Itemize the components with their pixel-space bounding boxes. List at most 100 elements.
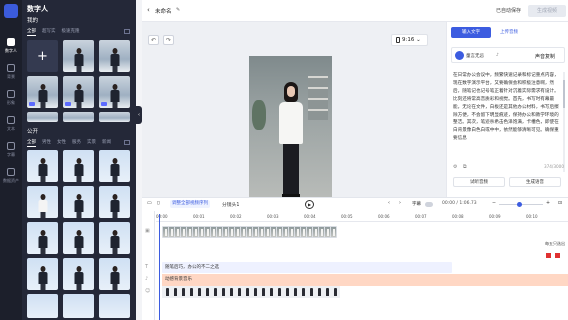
figure-track-clip[interactable] [162,286,340,298]
script-textarea[interactable]: 在日常办公会议中，频繁快速记录和标记重点内容，现在数字演示平台，又要确保会和积极… [453,72,561,172]
script-scrollbar[interactable] [563,72,565,172]
my-avatar-thumb[interactable] [63,112,94,122]
rail-item-figure[interactable]: 形象 [0,90,22,106]
back-icon[interactable]: ‹ [147,6,150,14]
figure-thumbnail [318,288,321,296]
split-icon[interactable]: ▭ [147,201,152,206]
document-title[interactable]: 未命名 [155,7,172,15]
prev-icon[interactable]: ‹ [388,201,390,206]
redo-icon[interactable]: ↷ [163,35,174,45]
public-avatar-thumb[interactable] [63,222,94,254]
zoom-in-icon[interactable]: + [546,201,550,206]
figure-thumbnail [246,288,249,296]
digital-presenter[interactable] [278,82,304,200]
zoom-out-icon[interactable]: − [492,201,496,206]
my-avatar-thumb[interactable] [99,76,130,108]
tab-public-scene[interactable]: 实景 [87,139,96,147]
track-icons-divider [154,211,155,320]
marker-clip[interactable]: 每五只选出 [543,239,568,261]
my-avatar-thumb[interactable] [99,112,130,122]
rail-item-digital-human[interactable]: 数字人 [0,38,22,54]
delete-icon[interactable]: ▯ [157,201,160,206]
public-avatar-thumb[interactable] [99,222,130,254]
audition-button[interactable]: 试听音频 [453,177,505,187]
tab-mine-all[interactable]: 全部 [27,28,36,36]
my-avatar-thumb[interactable] [27,112,58,122]
tab-public-news[interactable]: 新闻 [102,139,111,147]
public-avatar-thumb[interactable] [27,186,58,218]
ruler-tick: 00:10 [526,214,538,219]
public-avatar-thumb[interactable] [99,186,130,218]
avatar-figure [110,84,119,108]
figure-track-icon: ☺ [145,288,151,294]
char-count: 374/3000 [543,164,564,169]
timeline-toolbar: ▭ ▯ 调整全部视频序列 分镜头1 ▶ ‹ › 字幕 00:00 / 1:06.… [142,198,568,211]
video-frame[interactable] [249,56,332,200]
avatar-badge [65,102,71,106]
music-track-clip[interactable]: 动感背景音乐 [162,274,568,286]
my-avatar-thumb[interactable] [99,40,130,72]
rail-item-text[interactable]: 文本 [0,116,22,132]
public-avatar-thumb[interactable] [63,150,94,182]
tab-public-female[interactable]: 女性 [57,139,66,147]
public-avatar-thumb[interactable] [27,294,58,318]
copy-icon[interactable]: ⧉ [463,164,467,170]
public-avatar-thumb[interactable] [63,294,94,318]
zoom-slider-handle[interactable] [517,202,522,207]
tab-upload-audio[interactable]: 上传音频 [494,27,524,38]
public-avatar-thumb[interactable] [27,258,58,290]
public-avatar-thumb[interactable] [27,150,58,182]
video-thumbnail-frame [325,227,330,237]
settings-icon[interactable]: ⚙ [453,164,457,170]
tab-public-service[interactable]: 服务 [72,139,81,147]
my-avatar-thumb[interactable] [63,76,94,108]
figure-thumbnail [326,288,329,296]
public-avatar-thumb[interactable] [63,258,94,290]
my-avatar-thumb[interactable] [63,40,94,72]
public-avatar-thumb[interactable] [99,150,130,182]
figure-thumbnail [230,288,233,296]
adjust-sequence-button[interactable]: 调整全部视频序列 [170,200,210,208]
edit-icon[interactable]: ✎ [176,7,180,13]
avatar-figure [38,158,47,182]
aspect-ratio-select[interactable]: 9:16 ⌄ [391,34,428,46]
voice-selector[interactable]: 童言无忌 ♪ 声音复制 [451,47,565,63]
image-icon [7,64,15,72]
video-thumbnail-frame [295,227,300,237]
tab-mine-clone[interactable]: 极速克隆 [62,28,80,36]
ruler-tick: 00:02 [230,214,242,219]
voice-name: 童言无忌 [466,54,484,59]
video-thumbnail-frame [169,227,174,237]
play-button[interactable]: ▶ [305,200,314,209]
avatar-figure [110,48,119,72]
subtitle-track-clip[interactable]: 随笔后巧，办公的不二之选 [162,262,452,273]
grid-view-icon[interactable] [124,140,130,145]
grid-view-icon[interactable] [124,29,130,34]
add-avatar-button[interactable]: + [27,40,58,72]
undo-icon[interactable]: ↶ [148,35,159,45]
subtitle-toggle[interactable] [425,202,433,207]
tab-input-text[interactable]: 输入文字 [451,27,491,38]
rail-item-assets[interactable]: 数据资产 [0,168,22,184]
public-avatar-thumb[interactable] [63,186,94,218]
voice-clone-button[interactable]: 声音复制 [535,53,555,60]
video-thumbnail-frame [283,227,288,237]
video-track-clip[interactable] [162,226,337,238]
generate-voice-button[interactable]: 生成语音 [509,177,561,187]
time-ruler[interactable]: 00:00 00:01 00:02 00:03 00:04 00:05 00:0… [156,214,568,222]
public-avatar-thumb[interactable] [99,258,130,290]
rail-item-background[interactable]: 背景 [0,64,22,80]
tab-public-all[interactable]: 全部 [27,139,36,147]
generate-video-button[interactable]: 生成视频 [528,5,566,17]
fit-icon[interactable]: ⊡ [558,201,562,206]
tab-public-male[interactable]: 男性 [42,139,51,147]
playhead[interactable] [159,214,160,320]
public-avatar-thumb[interactable] [27,222,58,254]
tab-mine-realistic[interactable]: 超写实 [42,28,56,36]
rail-item-subtitle[interactable]: 字幕 [0,142,22,158]
next-icon[interactable]: › [399,201,401,206]
my-avatar-thumb[interactable] [27,76,58,108]
figure-thumbnail [174,288,177,296]
ruler-tick: 00:04 [304,214,316,219]
public-avatar-thumb[interactable] [99,294,130,318]
